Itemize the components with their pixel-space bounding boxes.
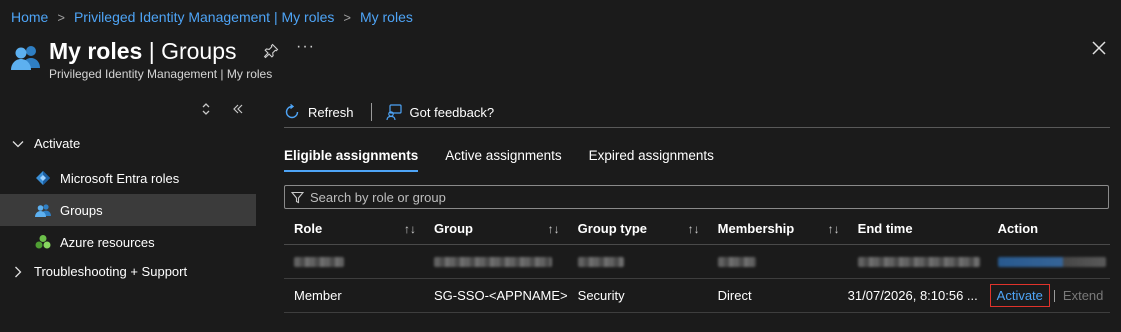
redacted-text <box>434 257 552 268</box>
sidebar-group-label: Activate <box>34 136 81 151</box>
action-divider <box>1053 290 1055 303</box>
tab-active-assignments[interactable]: Active assignments <box>445 148 561 172</box>
extend-link[interactable]: Extend <box>1063 288 1103 303</box>
table-header-row: Role ↑↓ Group ↑↓ Group type ↑↓ Membership ↑↓… <box>284 213 1110 245</box>
expand-collapse-icon[interactable] <box>200 102 212 116</box>
cell-group-redacted <box>424 244 568 279</box>
page-title-strong: My roles <box>49 38 143 64</box>
cell-end-time: 31/07/2026, 8:10:56 ... <box>847 278 988 313</box>
more-options-icon[interactable]: ··· <box>296 38 315 56</box>
tab-eligible-assignments[interactable]: Eligible assignments <box>284 148 419 172</box>
column-header-action: Action <box>987 213 1110 245</box>
breadcrumb-separator-icon: > <box>343 9 351 25</box>
sidebar-controls <box>200 102 244 116</box>
cell-role: Member <box>284 278 424 313</box>
collapse-sidebar-icon[interactable] <box>232 102 244 116</box>
feedback-icon <box>385 104 402 120</box>
cell-membership: Direct <box>707 278 848 313</box>
search-box <box>284 185 1109 209</box>
column-header-membership[interactable]: Membership ↑↓ <box>707 213 848 245</box>
cell-group-type-redacted <box>567 244 708 279</box>
page-title-light: | Groups <box>142 38 237 64</box>
cell-action-redacted <box>987 244 1110 279</box>
column-header-label: Group <box>434 220 473 236</box>
redacted-text <box>294 257 344 268</box>
sort-icon[interactable]: ↑↓ <box>828 222 840 236</box>
redacted-action <box>997 257 1106 268</box>
filter-icon <box>291 191 304 203</box>
column-header-label: Role <box>294 220 323 236</box>
cell-group-type: Security <box>567 278 708 313</box>
column-header-label: Membership <box>717 220 795 236</box>
chevron-down-icon <box>12 140 24 147</box>
sidebar-item-label: Microsoft Entra roles <box>60 170 180 186</box>
assignment-tabs: Eligible assignments Active assignments … <box>284 148 741 172</box>
chevron-right-icon <box>15 266 22 277</box>
page-title: My roles | Groups <box>49 38 237 65</box>
sort-icon[interactable]: ↑↓ <box>548 222 560 236</box>
column-header-role[interactable]: Role ↑↓ <box>284 213 424 245</box>
refresh-label: Refresh <box>308 104 354 120</box>
page-header: My roles | Groups ··· Privileged Identit… <box>11 38 1111 82</box>
sidebar-group-troubleshooting[interactable]: Troubleshooting + Support <box>12 264 187 279</box>
sidebar: Activate Microsoft Entra roles Groups Az… <box>0 96 256 332</box>
feedback-button[interactable]: Got feedback? <box>385 104 495 120</box>
breadcrumb-pim-my-roles[interactable]: Privileged Identity Management | My role… <box>74 9 334 25</box>
cell-end-time-redacted <box>847 244 988 279</box>
assignments-table: Role ↑↓ Group ↑↓ Group type ↑↓ Membership ↑↓… <box>284 213 1110 313</box>
azure-resources-icon <box>35 235 51 249</box>
table-row <box>284 244 1110 279</box>
cell-role-redacted <box>284 244 424 279</box>
column-header-group[interactable]: Group ↑↓ <box>424 213 568 245</box>
entra-diamond-icon <box>36 171 50 185</box>
tab-expired-assignments[interactable]: Expired assignments <box>589 148 714 172</box>
main-content: Refresh Got feedback? Eligible assignmen… <box>284 96 1110 332</box>
toolbar: Refresh Got feedback? <box>284 100 494 124</box>
sidebar-group-label: Troubleshooting + Support <box>34 264 188 279</box>
breadcrumb-my-roles[interactable]: My roles <box>360 9 413 25</box>
column-header-end-time: End time <box>847 213 988 245</box>
sidebar-item-groups[interactable]: Groups <box>0 194 256 226</box>
redacted-text <box>857 257 980 268</box>
refresh-icon <box>285 104 299 119</box>
column-header-label: Action <box>997 220 1039 236</box>
refresh-button[interactable]: Refresh <box>284 104 354 120</box>
page-subtitle: Privileged Identity Management | My role… <box>49 67 273 81</box>
column-header-group-type[interactable]: Group type ↑↓ <box>567 213 708 245</box>
redacted-text <box>577 257 624 268</box>
sidebar-item-label: Groups <box>60 202 103 218</box>
sort-icon[interactable]: ↑↓ <box>688 222 700 236</box>
groups-people-icon <box>35 204 51 217</box>
groups-people-icon <box>11 46 40 70</box>
search-input[interactable] <box>310 189 1090 205</box>
breadcrumb: Home > Privileged Identity Management | … <box>11 9 413 25</box>
toolbar-divider-line <box>284 127 1110 128</box>
column-header-label: Group type <box>577 220 647 236</box>
breadcrumb-home[interactable]: Home <box>11 9 48 25</box>
close-icon[interactable] <box>1091 40 1107 56</box>
cell-action: Activate Extend <box>987 278 1110 313</box>
sidebar-item-azure-resources[interactable]: Azure resources <box>0 226 256 258</box>
cell-group: SG-SSO-<APPNAME> <box>424 278 568 313</box>
toolbar-divider <box>370 103 372 121</box>
redacted-text <box>717 257 756 268</box>
table-row: Member SG-SSO-<APPNAME> Security Direct … <box>284 278 1110 313</box>
sidebar-group-activate[interactable]: Activate <box>12 136 80 151</box>
sort-icon[interactable]: ↑↓ <box>404 222 416 236</box>
cell-membership-redacted <box>707 244 848 279</box>
activate-link[interactable]: Activate <box>989 283 1050 307</box>
breadcrumb-separator-icon: > <box>57 9 65 25</box>
pin-icon[interactable] <box>263 43 279 59</box>
sidebar-item-entra-roles[interactable]: Microsoft Entra roles <box>0 162 256 194</box>
column-header-label: End time <box>857 220 913 236</box>
feedback-label: Got feedback? <box>409 104 495 120</box>
sidebar-item-label: Azure resources <box>60 234 155 250</box>
